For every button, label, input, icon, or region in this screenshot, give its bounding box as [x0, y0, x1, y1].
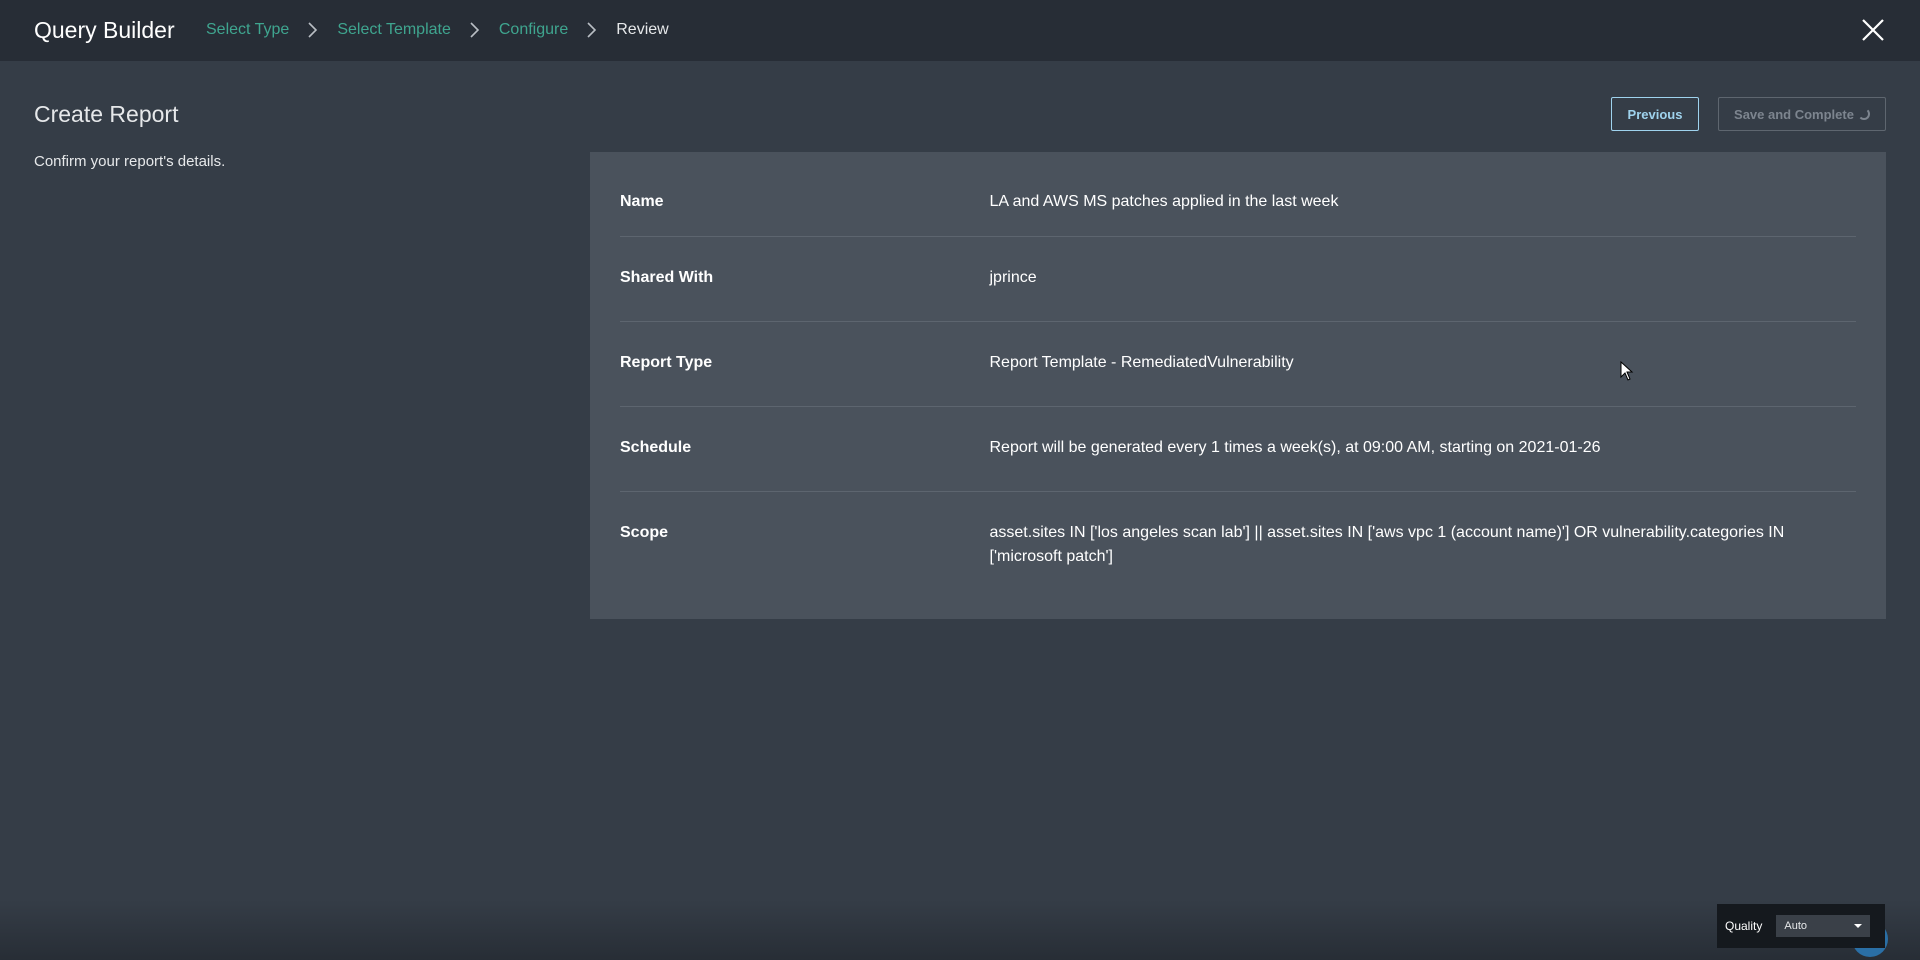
bottom-shade [0, 900, 1920, 960]
detail-row-schedule: Schedule Report will be generated every … [620, 407, 1856, 492]
video-quality-control: Quality Auto [1717, 904, 1885, 948]
breadcrumb-select-type[interactable]: Select Type [206, 19, 289, 41]
loading-spinner-icon [1857, 108, 1870, 120]
detail-value: Report will be generated every 1 times a… [989, 439, 1601, 456]
chevron-right-icon [308, 22, 318, 38]
quality-select-value: Auto [1784, 920, 1807, 932]
mouse-cursor-icon [1620, 361, 1634, 381]
page-title: Create Report [34, 101, 179, 127]
detail-row-report-type: Report Type Report Template - Remediated… [620, 322, 1856, 407]
page-subtitle: Confirm your report's details. [34, 153, 226, 170]
detail-label: Schedule [620, 439, 692, 456]
quality-label: Quality [1725, 919, 1763, 933]
quality-select[interactable]: Auto [1776, 915, 1871, 937]
detail-value: Report Template - RemediatedVulnerabilit… [989, 354, 1294, 371]
breadcrumb-select-template[interactable]: Select Template [337, 19, 451, 41]
chevron-right-icon [587, 22, 597, 38]
breadcrumb: Select Type Select Template Configure Re… [206, 19, 669, 41]
close-icon[interactable] [1858, 15, 1888, 45]
breadcrumb-review: Review [616, 21, 669, 38]
breadcrumb-configure[interactable]: Configure [499, 19, 568, 41]
detail-label: Report Type [620, 354, 713, 371]
previous-button[interactable]: Previous [1611, 97, 1699, 131]
app-title: Query Builder [34, 17, 175, 43]
report-details-panel: Name LA and AWS MS patches applied in th… [590, 152, 1886, 619]
save-and-complete-button[interactable]: Save and Complete [1718, 97, 1886, 131]
detail-value: asset.sites IN ['los angeles scan lab'] … [989, 524, 1785, 565]
detail-row-scope: Scope asset.sites IN ['los angeles scan … [620, 492, 1856, 612]
detail-label: Scope [620, 524, 669, 541]
caret-down-icon [1854, 924, 1863, 928]
detail-label: Name [620, 193, 664, 210]
detail-label: Shared With [620, 269, 714, 286]
detail-row-name: Name LA and AWS MS patches applied in th… [620, 152, 1856, 237]
detail-value: LA and AWS MS patches applied in the las… [989, 193, 1339, 210]
chevron-right-icon [470, 22, 479, 38]
top-bar: Query Builder Select Type Select Templat… [0, 0, 1920, 61]
detail-row-shared-with: Shared With jprince [620, 237, 1856, 322]
detail-value: jprince [989, 269, 1037, 286]
save-and-complete-label: Save and Complete [1734, 106, 1854, 122]
